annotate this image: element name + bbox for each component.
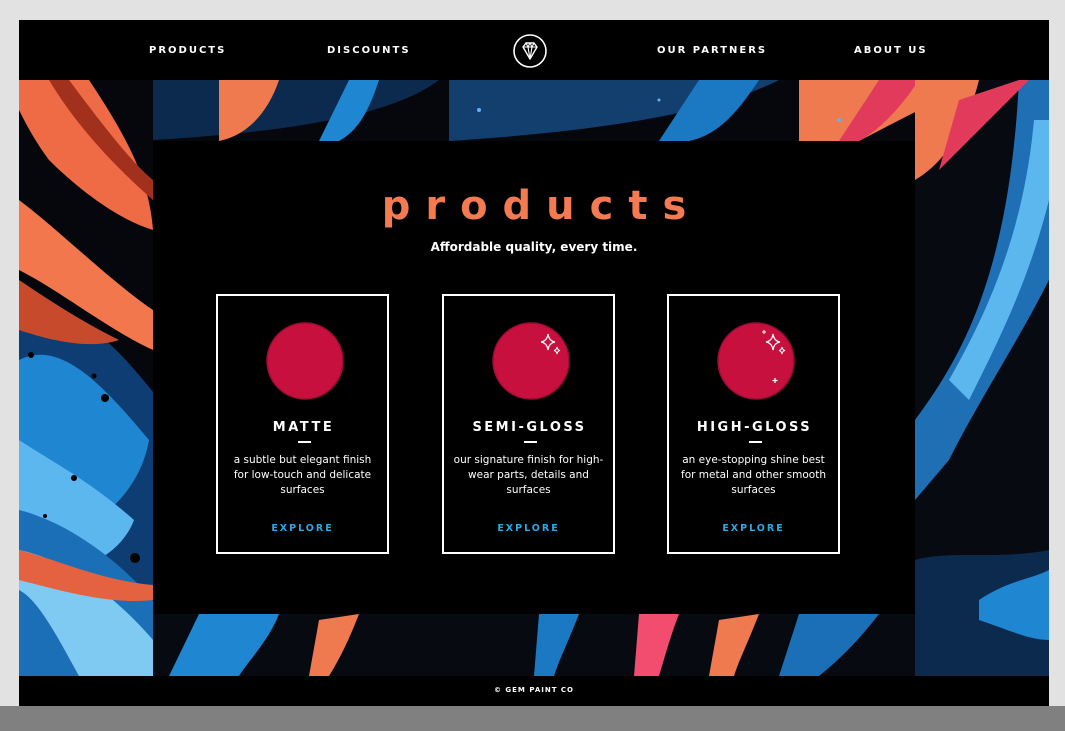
card-description: our signature finish for high-wear parts… [453,454,604,496]
diamond-icon[interactable] [513,34,547,68]
explore-link[interactable]: EXPLORE [444,523,613,534]
high-gloss-paint-ball-icon [717,322,795,400]
title-divider [298,441,311,443]
product-card-semi-gloss[interactable]: SEMI-GLOSS our signature finish for high… [442,294,615,554]
products-panel: products Affordable quality, every time.… [153,141,915,614]
card-title: HIGH-GLOSS [696,420,813,435]
matte-paint-ball-icon [266,322,344,400]
explore-link[interactable]: EXPLORE [669,523,838,534]
product-card-high-gloss[interactable]: HIGH-GLOSS an eye-stopping shine best fo… [667,294,840,554]
footer-copyright: © GEM PAINT CO [19,676,1049,706]
nav-discounts[interactable]: DISCOUNTS [327,20,411,80]
nav-about-us[interactable]: ABOUT US [854,20,928,80]
card-description: an eye-stopping shine best for metal and… [681,454,826,496]
title-divider [749,441,762,443]
top-nav: PRODUCTS DISCOUNTS OUR PARTNERS ABOUT US [19,20,1049,80]
page-subtitle: Affordable quality, every time. [430,240,638,254]
semi-gloss-paint-ball-icon [492,322,570,400]
page-title: products [381,183,702,229]
card-description: a subtle but elegant finish for low-touc… [233,454,372,496]
card-title: SEMI-GLOSS [472,420,587,435]
website-frame: PRODUCTS DISCOUNTS OUR PARTNERS ABOUT US [19,20,1049,706]
nav-products[interactable]: PRODUCTS [149,20,226,80]
card-title: MATTE [272,420,335,435]
nav-our-partners[interactable]: OUR PARTNERS [657,20,767,80]
product-card-matte[interactable]: MATTE a subtle but elegant finish for lo… [216,294,389,554]
title-divider [524,441,537,443]
explore-link[interactable]: EXPLORE [218,523,387,534]
bottom-strip [0,706,1065,731]
